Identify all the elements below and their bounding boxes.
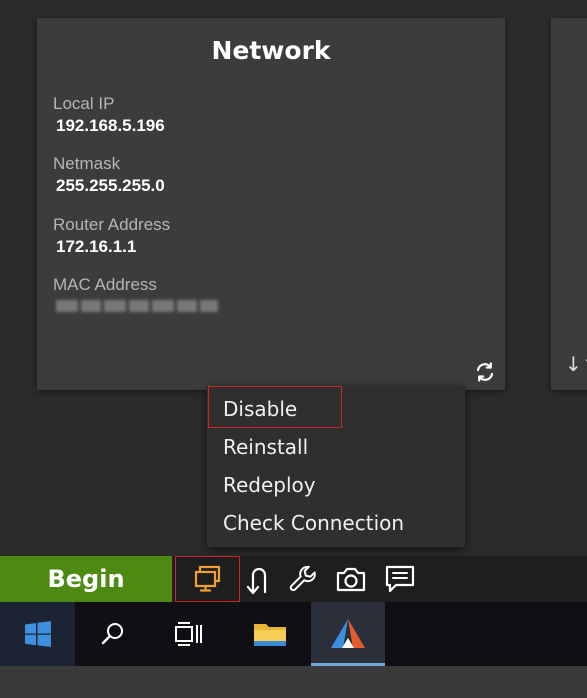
local-ip-label: Local IP	[53, 94, 115, 113]
menu-item-redeploy[interactable]: Redeploy	[223, 473, 316, 497]
menu-item-reinstall[interactable]: Reinstall	[223, 435, 308, 459]
undo-arrow-icon[interactable]	[240, 556, 276, 602]
begin-button[interactable]: Begin	[0, 556, 172, 602]
app-triangle-icon[interactable]	[311, 602, 385, 666]
chat-icon[interactable]	[382, 556, 418, 602]
wrench-icon[interactable]	[285, 556, 321, 602]
menu-item-check-connection[interactable]: Check Connection	[223, 511, 404, 535]
mac-address-label: MAC Address	[53, 275, 157, 294]
app-toolbar: Begin	[0, 556, 587, 602]
next-card: ↓↑	[551, 18, 587, 390]
file-explorer-icon[interactable]	[234, 602, 306, 666]
refresh-icon[interactable]	[473, 360, 497, 384]
router-address-value: 172.16.1.1	[56, 237, 137, 256]
camera-icon[interactable]	[333, 556, 369, 602]
netmask-value: 255.255.255.0	[56, 176, 165, 195]
sort-arrows-icon[interactable]: ↓↑	[565, 352, 587, 376]
router-address-label: Router Address	[53, 215, 171, 234]
menu-item-disable[interactable]: Disable	[207, 386, 343, 428]
card-title: Network	[211, 36, 331, 65]
task-view-icon[interactable]	[152, 602, 224, 666]
context-menu: Disable Reinstall Redeploy Check Connect…	[207, 386, 465, 547]
mac-address-redacted	[56, 299, 220, 313]
windows-start-icon[interactable]	[0, 602, 75, 666]
netmask-label: Netmask	[53, 154, 121, 173]
network-card: Network Local IP 192.168.5.196 Netmask 2…	[37, 18, 505, 390]
monitor-icon[interactable]	[175, 556, 240, 602]
windows-taskbar	[0, 602, 587, 666]
local-ip-value: 192.168.5.196	[56, 116, 165, 135]
bottom-strip	[0, 666, 587, 698]
search-icon[interactable]	[77, 602, 149, 666]
